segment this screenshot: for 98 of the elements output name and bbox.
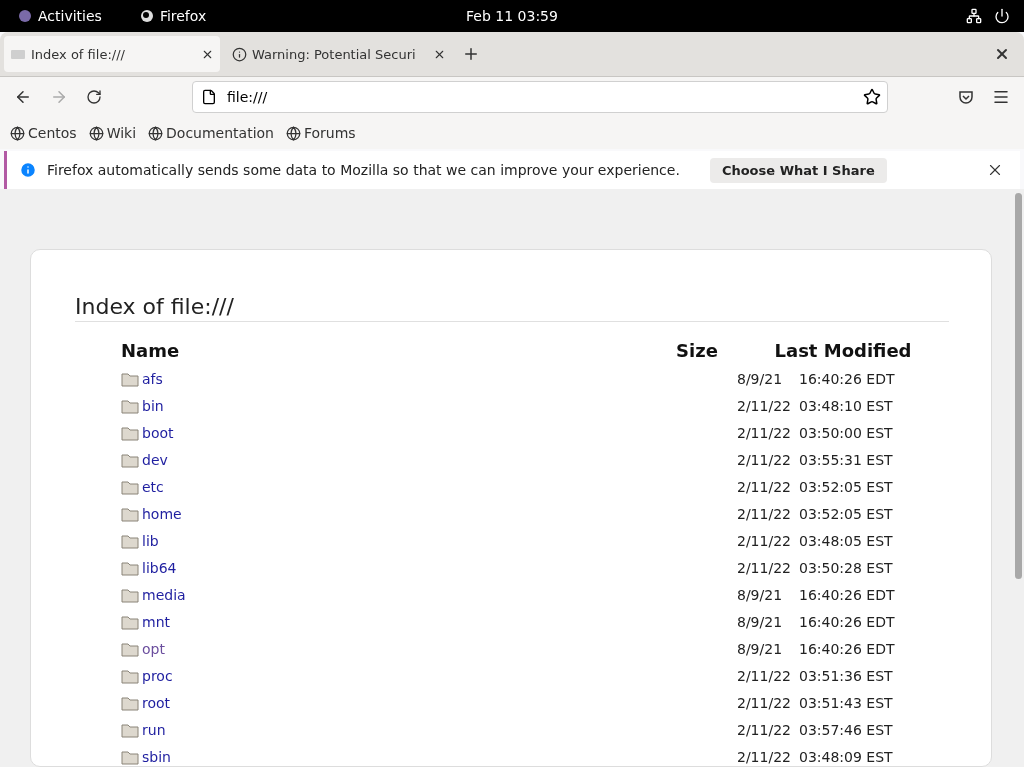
notification-message: Firefox automatically sends some data to Mozilla so that we can improve your experience. xyxy=(47,162,680,178)
time-cell: 16:40:26 EDT xyxy=(799,613,895,630)
globe-icon xyxy=(88,125,104,141)
date-cell-text: 2/11/22 xyxy=(737,721,792,738)
folder-icon xyxy=(121,694,139,711)
folder-link[interactable]: lib64 xyxy=(142,559,177,576)
date-cell-text: 2/11/22 xyxy=(737,397,792,414)
date-cell-text: 2/11/22 xyxy=(737,505,792,522)
address-bar[interactable]: file:/// xyxy=(192,81,888,113)
globe-icon xyxy=(148,125,164,141)
date-cell-text: 2/11/22 xyxy=(737,532,792,549)
info-icon xyxy=(232,46,247,62)
app-menu-button[interactable]: Firefox xyxy=(139,8,207,24)
date-cell-text: 2/11/22 xyxy=(737,451,792,468)
date-cell-text: 2/11/22 xyxy=(737,559,792,576)
date-cell-text: 8/9/21 xyxy=(737,640,784,657)
folder-icon xyxy=(121,748,139,765)
bookmark-link[interactable]: Documentation xyxy=(148,125,274,141)
folder-icon xyxy=(121,424,139,441)
plus-icon xyxy=(462,45,480,63)
time-cell: 03:51:36 EST xyxy=(799,667,893,684)
column-header[interactable]: Name xyxy=(121,340,657,365)
folder-icon xyxy=(121,586,139,603)
folder-icon xyxy=(121,667,139,684)
page-icon xyxy=(201,89,217,105)
bookmark-link[interactable]: Forums xyxy=(286,125,356,141)
time-cell: 03:50:00 EST xyxy=(799,424,893,441)
folder-icon xyxy=(121,370,139,387)
date-cell-text: 8/9/21 xyxy=(737,613,784,630)
star-icon[interactable] xyxy=(863,88,881,106)
firefox-icon xyxy=(139,9,154,23)
bookmark-link[interactable]: Centos xyxy=(10,125,77,141)
tab-title: Index of file:/// xyxy=(31,46,126,62)
scrollbar-thumb[interactable] xyxy=(1015,193,1022,579)
page-heading: Index of file:/// xyxy=(75,294,949,322)
date-cell-text: 2/11/22 xyxy=(737,424,792,441)
time-cell: 16:40:26 EDT xyxy=(799,640,895,657)
address-text: file:/// xyxy=(227,89,269,105)
time-cell: 03:48:09 EST xyxy=(799,748,893,765)
tab-title: Warning: Potential Securi xyxy=(252,46,417,62)
folder-link[interactable]: dev xyxy=(142,451,168,468)
folder-link[interactable]: run xyxy=(142,721,166,738)
page-icon xyxy=(10,48,26,60)
folder-link[interactable]: opt xyxy=(142,640,165,657)
info-icon xyxy=(19,161,37,179)
folder-icon xyxy=(121,613,139,630)
forward-arrow-icon xyxy=(50,88,68,106)
folder-link[interactable]: afs xyxy=(142,370,163,387)
browser-tab[interactable]: Warning: Potential Securi xyxy=(226,36,452,72)
folder-link[interactable]: media xyxy=(142,586,186,603)
folder-link[interactable]: root xyxy=(142,694,171,711)
time-cell: 03:52:05 EST xyxy=(799,478,893,495)
folder-link[interactable]: bin xyxy=(142,397,164,414)
globe-icon xyxy=(10,125,25,141)
date-cell-text: 2/11/22 xyxy=(737,667,792,684)
activities-button[interactable]: Activities xyxy=(18,8,102,24)
date-cell-text: 2/11/22 xyxy=(737,748,792,765)
folder-icon xyxy=(121,451,139,468)
column-header[interactable]: Last Modified xyxy=(737,340,949,365)
time-cell: 03:50:28 EST xyxy=(799,559,893,576)
date-cell-text: 8/9/21 xyxy=(737,586,784,603)
folder-icon xyxy=(121,532,139,549)
time-cell: 03:55:31 EST xyxy=(799,451,893,468)
folder-link[interactable]: etc xyxy=(142,478,164,495)
time-cell: 03:51:43 EST xyxy=(799,694,893,711)
time-cell: 16:40:26 EDT xyxy=(799,370,895,387)
time-cell: 03:57:46 EST xyxy=(799,721,893,738)
time-cell: 03:52:05 EST xyxy=(799,505,893,522)
folder-link[interactable]: proc xyxy=(142,667,173,684)
folder-icon xyxy=(121,397,139,414)
folder-icon xyxy=(121,640,139,657)
network-icon[interactable] xyxy=(966,8,982,24)
date-cell-text: 2/11/22 xyxy=(737,478,792,495)
power-icon[interactable] xyxy=(994,8,1010,24)
reload-icon xyxy=(86,89,102,105)
folder-link[interactable]: lib xyxy=(142,532,159,549)
folder-link[interactable]: mnt xyxy=(142,613,170,630)
folder-icon xyxy=(121,478,139,495)
folder-icon xyxy=(121,721,139,738)
pocket-icon xyxy=(958,89,974,105)
folder-link[interactable]: home xyxy=(142,505,182,522)
close-icon xyxy=(994,46,1010,62)
date-cell-text: 8/9/21 xyxy=(737,370,784,387)
time-cell: 16:40:26 EDT xyxy=(799,586,895,603)
folder-icon xyxy=(121,505,139,522)
bookmark-link[interactable]: Wiki xyxy=(88,125,137,141)
choose-share-button[interactable]: Choose What I Share xyxy=(709,157,887,183)
browser-tab[interactable]: Index of file:/// xyxy=(4,36,220,72)
date-cell-text: 2/11/22 xyxy=(737,694,792,711)
time-cell: 03:48:10 EST xyxy=(799,397,893,414)
folder-link[interactable]: boot xyxy=(142,424,174,441)
folder-icon xyxy=(121,559,139,576)
folder-link[interactable]: sbin xyxy=(142,748,171,765)
menu-icon xyxy=(992,88,1010,106)
globe-icon xyxy=(286,125,301,141)
column-header[interactable]: Size xyxy=(657,340,737,365)
time-cell: 03:48:05 EST xyxy=(799,532,893,549)
clock[interactable]: Feb 11 03:59 xyxy=(466,8,558,24)
